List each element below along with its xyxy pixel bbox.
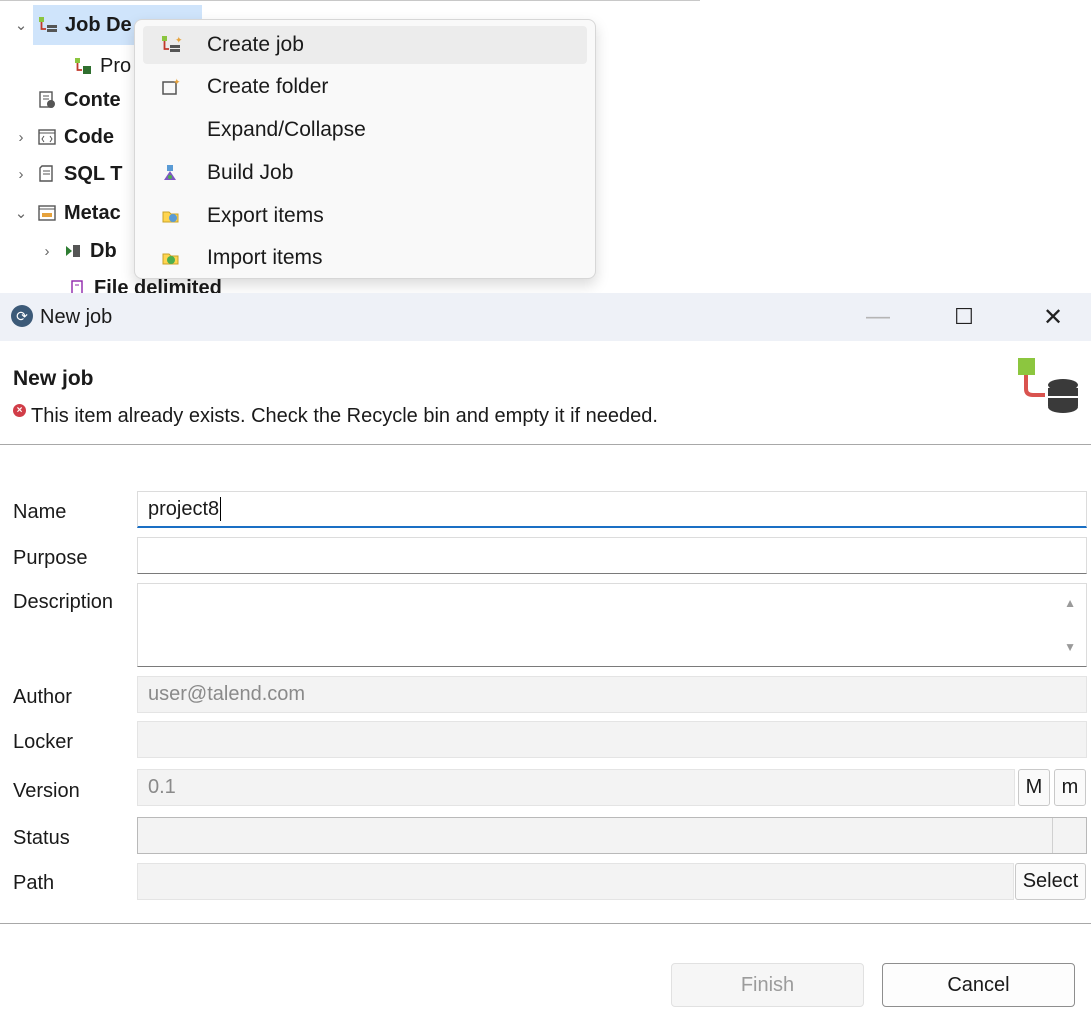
finish-button[interactable]: Finish bbox=[671, 963, 864, 1007]
tree-item-label: Conte bbox=[64, 88, 121, 111]
tree-item-contexts[interactable]: Conte bbox=[34, 80, 121, 120]
chevron-right-icon[interactable]: › bbox=[8, 129, 34, 146]
name-value: project8 bbox=[148, 497, 220, 520]
path-select-button[interactable]: Select bbox=[1015, 863, 1086, 900]
text-caret bbox=[220, 497, 222, 521]
contexts-icon bbox=[34, 90, 60, 110]
tree-item-label: Job De bbox=[65, 13, 132, 36]
menu-item-label: Expand/Collapse bbox=[207, 118, 366, 141]
version-field: 0.1 bbox=[137, 769, 1015, 806]
close-button[interactable]: ✕ bbox=[1023, 293, 1083, 341]
status-dropdown-divider bbox=[1052, 818, 1053, 853]
tree-item-label: Metac bbox=[64, 201, 121, 224]
job-designs-logo-icon bbox=[1018, 358, 1078, 413]
tree-top-border bbox=[0, 0, 700, 1]
code-icon bbox=[34, 127, 60, 147]
scroll-up-icon[interactable]: ▲ bbox=[1064, 596, 1076, 610]
menu-item-label: Import items bbox=[207, 246, 323, 269]
header-divider bbox=[0, 444, 1091, 445]
metadata-icon bbox=[34, 203, 60, 223]
version-value: 0.1 bbox=[148, 776, 176, 798]
chevron-right-icon[interactable]: › bbox=[8, 166, 34, 183]
import-items-icon bbox=[143, 247, 199, 269]
dialog-titlebar: ⟳ New job — ☐ ✕ bbox=[0, 293, 1091, 341]
tree-item-metadata[interactable]: ⌄ Metac bbox=[8, 193, 121, 233]
error-icon: × bbox=[13, 404, 26, 417]
svg-text:✦: ✦ bbox=[173, 78, 181, 88]
description-label: Description bbox=[13, 591, 114, 613]
cancel-button[interactable]: Cancel bbox=[882, 963, 1075, 1007]
author-field: user@talend.com bbox=[137, 676, 1087, 713]
author-label: Author bbox=[13, 686, 72, 708]
tree-item-sql-templates[interactable]: › SQL T bbox=[8, 154, 123, 194]
minimize-button[interactable]: — bbox=[848, 293, 908, 341]
path-label: Path bbox=[13, 872, 55, 894]
version-minor-button[interactable]: m bbox=[1054, 769, 1086, 806]
repository-tree: Job De ⌄ Pro Conte › Code › SQL T ⌄ Meta… bbox=[0, 0, 1091, 293]
talend-app-icon: ⟳ bbox=[11, 305, 33, 327]
path-field bbox=[137, 863, 1014, 900]
context-menu: ✦ Create job ✦ Create folder Expand/Coll… bbox=[134, 19, 596, 279]
create-job-icon: ✦ bbox=[143, 34, 199, 56]
dialog-header-title: New job bbox=[13, 367, 94, 390]
tree-item-label: Code bbox=[64, 125, 114, 148]
tree-item-code[interactable]: › Code bbox=[8, 117, 115, 157]
sql-templates-icon bbox=[34, 164, 60, 184]
version-major-button[interactable]: M bbox=[1018, 769, 1050, 806]
tree-item-label: Db bbox=[90, 239, 117, 262]
export-items-icon bbox=[143, 205, 199, 227]
menu-item-export-items[interactable]: Export items bbox=[143, 197, 587, 235]
menu-item-label: Create job bbox=[207, 33, 304, 56]
status-label: Status bbox=[13, 827, 70, 849]
footer-divider bbox=[0, 923, 1091, 924]
description-textarea[interactable]: ▲ ▼ bbox=[137, 583, 1087, 667]
job-designs-icon bbox=[35, 15, 61, 35]
name-label: Name bbox=[13, 501, 67, 523]
menu-item-import-items[interactable]: Import items bbox=[143, 239, 587, 277]
file-delimited-icon bbox=[64, 278, 90, 293]
maximize-button[interactable]: ☐ bbox=[934, 293, 994, 341]
locker-field bbox=[137, 721, 1087, 758]
job-icon bbox=[70, 56, 96, 76]
name-input[interactable]: project8 bbox=[137, 491, 1087, 528]
chevron-down-icon[interactable]: ⌄ bbox=[8, 204, 34, 222]
error-message: This item already exists. Check the Recy… bbox=[31, 405, 658, 427]
scroll-down-icon[interactable]: ▼ bbox=[1064, 640, 1076, 654]
tree-item-label: SQL T bbox=[64, 162, 123, 185]
new-job-dialog: ⟳ New job — ☐ ✕ New job × This item alre… bbox=[0, 293, 1091, 1016]
db-connections-icon bbox=[60, 241, 86, 261]
status-select[interactable] bbox=[137, 817, 1087, 854]
chevron-right-icon[interactable]: › bbox=[34, 243, 60, 260]
svg-text:✦: ✦ bbox=[175, 36, 182, 46]
build-job-icon bbox=[143, 162, 199, 184]
locker-label: Locker bbox=[13, 731, 74, 753]
menu-item-expand-collapse[interactable]: Expand/Collapse bbox=[143, 111, 587, 149]
tree-item-db-connections[interactable]: › Db bbox=[34, 231, 117, 271]
purpose-label: Purpose bbox=[13, 547, 88, 569]
menu-item-create-job[interactable]: ✦ Create job bbox=[143, 26, 587, 64]
author-value: user@talend.com bbox=[148, 683, 306, 705]
version-label: Version bbox=[13, 780, 80, 802]
purpose-input[interactable] bbox=[137, 537, 1087, 574]
menu-item-label: Export items bbox=[207, 204, 324, 227]
menu-item-build-job[interactable]: Build Job bbox=[143, 154, 587, 192]
expand-chevron-icon[interactable]: ⌄ bbox=[8, 5, 34, 45]
menu-item-label: Create folder bbox=[207, 75, 329, 98]
menu-item-create-folder[interactable]: ✦ Create folder bbox=[143, 68, 587, 106]
create-folder-icon: ✦ bbox=[143, 76, 199, 98]
menu-item-label: Build Job bbox=[207, 161, 294, 184]
window-title: New job bbox=[40, 306, 113, 328]
tree-item-label: Pro bbox=[100, 54, 132, 77]
